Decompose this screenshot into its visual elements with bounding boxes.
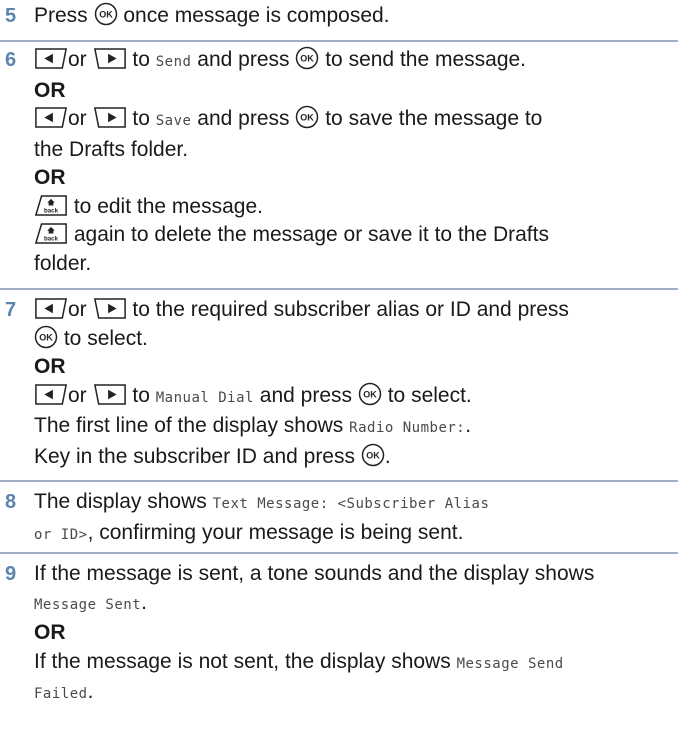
step-number: 8 [5, 491, 17, 513]
or-label: OR [34, 621, 66, 644]
back-home-key-icon [34, 222, 68, 245]
step-6: 6 or to Send and press to send the messa… [0, 46, 678, 278]
ok-button-icon [358, 382, 382, 406]
step-line: or ID>, confirming your message is being… [34, 520, 464, 544]
ok-button-icon [34, 325, 58, 349]
step-line: or to the required subscriber alias or I… [34, 296, 672, 325]
ok-button-icon [361, 443, 385, 467]
step-line: Message Sent. [34, 590, 147, 614]
right-nav-key-icon [93, 47, 127, 70]
step-5: 5 Press once message is composed. [0, 2, 678, 31]
step-number: 7 [5, 299, 17, 321]
left-nav-key-icon [34, 383, 68, 406]
step-line: or to Send and press to send the message… [34, 46, 672, 77]
left-nav-key-icon [34, 106, 68, 129]
ok-button-icon [295, 105, 319, 129]
step-line: or to Manual Dial and press to select. [34, 382, 672, 413]
step-line: or to Save and press to save the message… [34, 105, 672, 136]
divider [0, 40, 678, 42]
step-line: Failed. [34, 680, 94, 703]
left-nav-key-icon [34, 297, 68, 320]
back-home-key-icon [34, 194, 68, 217]
step-number: 5 [5, 5, 17, 27]
step-line: If the message is not sent, the display … [34, 649, 564, 673]
step-line: folder. [34, 251, 92, 275]
divider [0, 480, 678, 482]
ok-button-icon [295, 46, 319, 70]
step-number: 6 [5, 49, 17, 71]
step-9: 9 If the message is sent, a tone sounds … [0, 560, 678, 709]
step-line: If the message is sent, a tone sounds an… [34, 562, 595, 585]
or-label: OR [34, 355, 66, 378]
divider [0, 552, 678, 554]
right-nav-key-icon [93, 383, 127, 406]
step-line: The first line of the display shows Radi… [34, 414, 472, 437]
ok-button-icon [94, 2, 118, 26]
step-line: again to delete the message or save it t… [34, 221, 672, 250]
or-label: OR [34, 78, 66, 102]
right-nav-key-icon [93, 106, 127, 129]
step-line: the Drafts folder. [34, 137, 189, 161]
step-line: to select. [34, 325, 672, 354]
right-nav-key-icon [93, 297, 127, 320]
divider [0, 288, 678, 290]
step-line: Press once message is composed. [34, 2, 390, 27]
or-label: OR [34, 166, 66, 189]
left-nav-key-icon [34, 47, 68, 70]
step-number: 9 [5, 563, 17, 585]
step-line: The display shows Text Message: <Subscri… [34, 490, 490, 513]
step-7: 7 or to the required subscriber alias or… [0, 296, 678, 471]
step-line: Key in the subscriber ID and press . [34, 443, 391, 468]
step-8: 8 The display shows Text Message: <Subsc… [0, 488, 678, 549]
step-line: to edit the message. [34, 193, 672, 222]
